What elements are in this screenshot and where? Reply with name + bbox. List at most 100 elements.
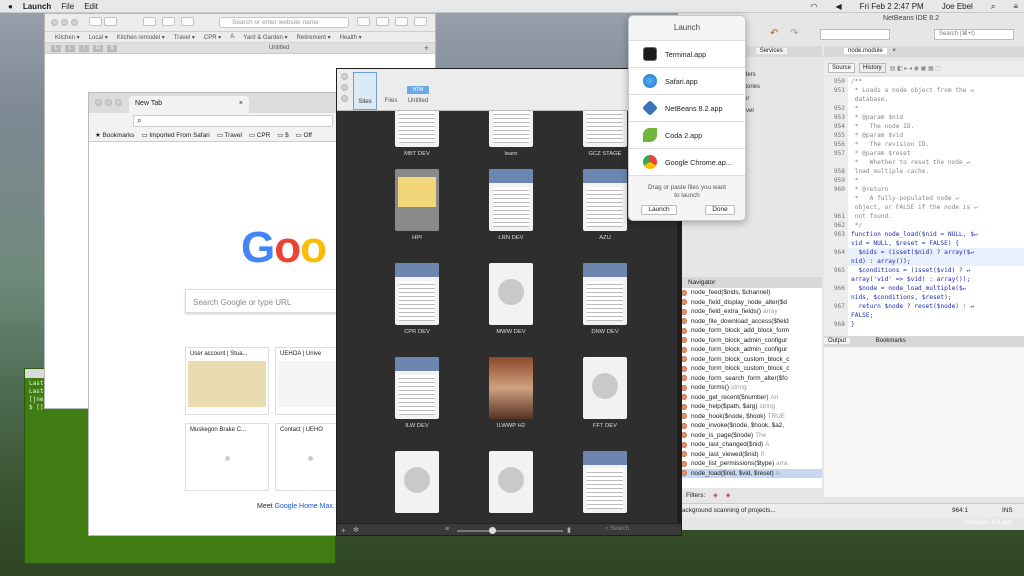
- pinned-tab[interactable]: S: [107, 45, 117, 52]
- site-tile[interactable]: [467, 451, 555, 517]
- history-tab[interactable]: History: [859, 63, 886, 73]
- minimize-button[interactable]: [61, 19, 68, 26]
- tab-sites[interactable]: Sites: [353, 72, 377, 110]
- navigator-item[interactable]: node_file_download_access($field: [678, 317, 822, 327]
- tab-files[interactable]: Files: [379, 72, 403, 110]
- bookmark-item[interactable]: ▭ CPR: [249, 131, 270, 139]
- close-tab-icon[interactable]: ×: [892, 48, 896, 54]
- navigator-item[interactable]: node_field_extra_fields() array: [678, 307, 822, 317]
- promo-link[interactable]: Google Home Max.: [275, 503, 335, 510]
- navigator-title[interactable]: Navigator: [678, 277, 822, 288]
- tab-output[interactable]: Output: [824, 338, 851, 344]
- navigator-item[interactable]: node_form_block_admin_configur: [678, 345, 822, 355]
- tab-title[interactable]: Untitled: [269, 45, 289, 51]
- bookmark-item[interactable]: ▭ Off: [296, 131, 312, 139]
- apple-icon[interactable]: ●: [8, 2, 13, 11]
- close-button[interactable]: [95, 99, 102, 106]
- launch-app-chrome[interactable]: Google Chrome.ap...: [629, 149, 745, 176]
- minimize-button[interactable]: [341, 84, 348, 91]
- spotlight-icon[interactable]: ⌕: [991, 2, 995, 12]
- launch-button[interactable]: Launch: [641, 205, 677, 215]
- minimize-button[interactable]: [105, 99, 112, 106]
- launch-app-terminal[interactable]: Terminal.app: [629, 41, 745, 68]
- most-visited-tile[interactable]: User account | Stua...: [185, 347, 269, 415]
- menu-edit[interactable]: Edit: [84, 2, 98, 11]
- share-button[interactable]: [162, 17, 175, 26]
- navigator-item[interactable]: node_get_recent($number) An: [678, 393, 822, 403]
- fav-item[interactable]: Travel ▾: [174, 34, 195, 41]
- navigator-item[interactable]: node_feed($nids, $channel): [678, 288, 822, 298]
- bookmark-item[interactable]: ★ Bookmarks: [95, 131, 134, 139]
- site-tile[interactable]: MBT DEV: [373, 111, 461, 157]
- plus-icon[interactable]: [414, 17, 427, 26]
- fav-item[interactable]: CPR ▾: [204, 34, 221, 41]
- site-tile[interactable]: HPI: [373, 169, 461, 241]
- close-button[interactable]: [341, 73, 348, 80]
- close-button[interactable]: [51, 19, 58, 26]
- fav-item[interactable]: Health ▾: [340, 34, 362, 41]
- filter-icon[interactable]: ◈: [726, 492, 731, 499]
- site-tile[interactable]: CPR DEV: [373, 263, 461, 335]
- menu-file[interactable]: File: [61, 2, 74, 11]
- fav-item[interactable]: Kitchen remodel ▾: [117, 34, 165, 41]
- navigator-item[interactable]: node_form_block_admin_configur: [678, 336, 822, 346]
- navigator-item[interactable]: node_forms() string: [678, 383, 822, 393]
- clock[interactable]: Fri Feb 2 2:47 PM: [860, 2, 924, 11]
- menu-app[interactable]: Launch: [23, 2, 51, 11]
- tab-new-tab[interactable]: New Tab ×: [129, 96, 249, 113]
- fav-item[interactable]: Retirement ▾: [297, 34, 331, 41]
- launch-app-safari[interactable]: Safari.app: [629, 68, 745, 95]
- config-select[interactable]: [820, 29, 890, 40]
- navigator-item[interactable]: node_invoke($node, $hook, $a2,: [678, 421, 822, 431]
- filter-icon[interactable]: ◈: [713, 492, 718, 499]
- site-tile[interactable]: LRN DEV: [467, 169, 555, 241]
- done-button[interactable]: Done: [705, 205, 735, 215]
- new-tab-icon[interactable]: +: [424, 43, 429, 53]
- site-tile[interactable]: ILWWP H2: [467, 357, 555, 429]
- zoom-button[interactable]: [115, 99, 122, 106]
- fav-item[interactable]: Yard & Garden ▾: [243, 34, 287, 41]
- list-view-icon[interactable]: ≡: [445, 526, 449, 533]
- address-bar[interactable]: Search or enter website name: [219, 17, 349, 28]
- fav-item[interactable]: A: [230, 34, 234, 40]
- tree-item[interactable]: itories: [744, 81, 760, 93]
- add-site-icon[interactable]: +: [341, 526, 346, 535]
- site-tile[interactable]: DNW DEV: [561, 263, 649, 335]
- navigator-item[interactable]: node_form_block_custom_block_c: [678, 355, 822, 365]
- navigator-item[interactable]: node_form_search_form_alter($fo: [678, 374, 822, 384]
- navigator-item[interactable]: node_list_permissions($type) arra: [678, 459, 822, 469]
- close-tab-icon[interactable]: ×: [239, 100, 243, 107]
- site-tile[interactable]: MWW DEV: [467, 263, 555, 335]
- gear-icon[interactable]: ✻: [353, 526, 359, 534]
- bookmark-item[interactable]: ▭ Imported From Safari: [141, 131, 209, 139]
- search-field[interactable]: ⌕ Search: [605, 526, 629, 533]
- pinned-tab[interactable]: G: [93, 45, 103, 52]
- upload-icon[interactable]: [376, 17, 389, 26]
- navigator-item[interactable]: node_is_page($node) The: [678, 431, 822, 441]
- launch-popover[interactable]: Launch Terminal.app Safari.app NetBeans …: [628, 15, 746, 221]
- forward-button[interactable]: [104, 17, 117, 26]
- site-tile[interactable]: FFT DEV: [561, 357, 649, 429]
- source-tab[interactable]: Source: [828, 63, 856, 73]
- bookmark-item[interactable]: ▭ $: [277, 131, 288, 139]
- code-editor[interactable]: 950/** 951 * Loads a node object from the…: [824, 77, 1024, 337]
- navigator-item[interactable]: node_help($path, $arg) string: [678, 402, 822, 412]
- grid-view-icon[interactable]: ▮: [567, 526, 571, 534]
- tree-item[interactable]: rver: [744, 105, 760, 117]
- fav-item[interactable]: Local ▾: [89, 34, 108, 41]
- chrome-window[interactable]: New Tab × ⌕ ★ Bookmarks ▭ Imported From S…: [88, 92, 348, 536]
- zoom-slider[interactable]: [457, 530, 563, 532]
- navigator-item[interactable]: node_field_display_node_alter($d: [678, 298, 822, 308]
- shield-icon[interactable]: [181, 17, 194, 26]
- pinned-tab[interactable]: I: [79, 45, 89, 52]
- wifi-icon[interactable]: ◠: [811, 2, 818, 11]
- redo-icon[interactable]: ↷: [790, 28, 798, 39]
- tab-node-module[interactable]: node.module: [844, 48, 887, 54]
- navigator-item[interactable]: node_hook($node, $hook) TRUE: [678, 412, 822, 422]
- pinned-tab[interactable]: L: [51, 45, 61, 52]
- navigator-item[interactable]: node_load($nid, $vid, $reset) A: [678, 468, 822, 478]
- ide-search-input[interactable]: Search (⌘+I): [934, 29, 1014, 40]
- google-search-input[interactable]: Search Google or type URL: [185, 289, 347, 313]
- volume-icon[interactable]: ◀: [836, 2, 842, 11]
- tree-item[interactable]: ders: [744, 69, 760, 81]
